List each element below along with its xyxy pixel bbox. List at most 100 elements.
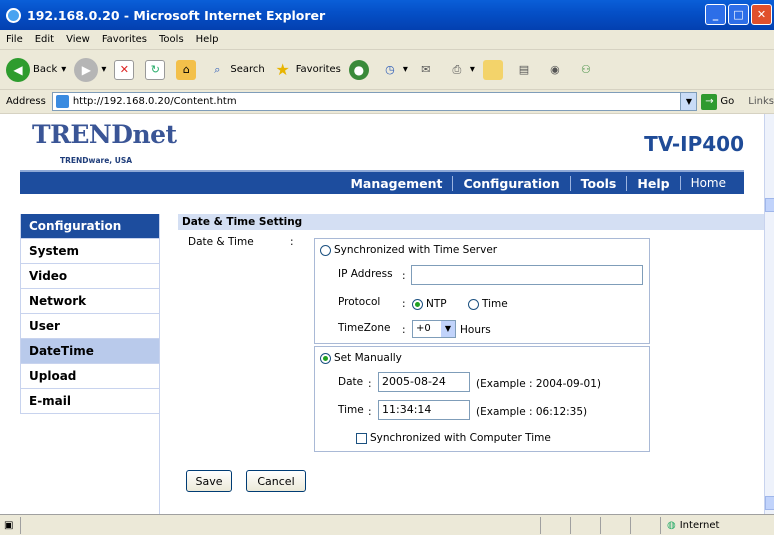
set-manually-option[interactable]: Set Manually xyxy=(320,352,402,364)
refresh-icon: ↻ xyxy=(145,59,166,80)
timezone-select[interactable]: +0 ▼ xyxy=(412,320,456,338)
sidebar-item-upload[interactable]: Upload xyxy=(20,364,159,389)
brand-header: TRENDnet TRENDware, USA TV-IP400 xyxy=(20,114,764,170)
search-button[interactable]: ⌕ Search xyxy=(207,60,264,80)
favorites-button[interactable]: ★ Favorites xyxy=(273,60,341,80)
sidebar-item-user[interactable]: User xyxy=(20,314,159,339)
nav-home[interactable]: Home xyxy=(679,176,736,190)
people-button[interactable]: ⚇ xyxy=(576,60,599,80)
nav-management[interactable]: Management xyxy=(340,176,452,191)
window-title: 192.168.0.20 - Microsoft Internet Explor… xyxy=(27,7,326,23)
page-status-icon: ▣ xyxy=(4,519,14,531)
forward-button[interactable]: ▶ ▾ xyxy=(74,57,106,82)
maximize-button[interactable]: □ xyxy=(728,4,749,25)
mail-icon: ✉ xyxy=(421,63,431,76)
media-icon: ● xyxy=(348,59,369,80)
scroll-up-icon[interactable] xyxy=(765,198,774,212)
protocol-ntp-radio[interactable] xyxy=(412,298,423,310)
links-button[interactable]: Links xyxy=(748,96,774,107)
stop-button[interactable]: ✕ xyxy=(114,59,137,80)
time-input[interactable]: 11:34:14 xyxy=(378,400,470,420)
title-bar: 192.168.0.20 - Microsoft Internet Explor… xyxy=(0,0,774,30)
sidebar-header: Configuration xyxy=(20,214,159,239)
folder-icon xyxy=(482,59,503,80)
mail-button[interactable]: ✉ xyxy=(416,60,439,80)
ip-address-input[interactable] xyxy=(411,265,643,285)
folder-button[interactable] xyxy=(482,59,506,80)
sidebar-item-network[interactable]: Network xyxy=(20,289,159,314)
time-example: (Example : 06:12:35) xyxy=(476,406,588,418)
set-manually-radio[interactable] xyxy=(320,352,331,364)
logo-tagline: TRENDware, USA xyxy=(60,156,133,165)
home-icon: ⌂ xyxy=(176,59,197,80)
menu-tools[interactable]: Tools xyxy=(159,34,184,45)
date-input[interactable]: 2005-08-24 xyxy=(378,372,470,392)
menu-help[interactable]: Help xyxy=(196,34,219,45)
page-icon xyxy=(55,95,69,108)
menu-favorites[interactable]: Favorites xyxy=(102,34,147,45)
print-icon: ⎙ xyxy=(452,62,462,76)
people-icon: ⚇ xyxy=(581,63,591,76)
sync-server-radio[interactable] xyxy=(320,244,331,256)
page-content: TRENDnet TRENDware, USA TV-IP400 Managem… xyxy=(0,114,764,514)
status-bar: ▣ ◍ Internet xyxy=(0,514,774,535)
home-button[interactable]: ⌂ xyxy=(176,59,199,80)
protocol-ntp-option[interactable]: NTP xyxy=(412,298,447,310)
back-button[interactable]: ◀ Back ▾ xyxy=(6,57,66,82)
datetime-colon: : xyxy=(290,236,294,248)
menu-file[interactable]: File xyxy=(6,34,23,45)
time-label: Time xyxy=(338,404,364,416)
menu-bar: File Edit View Favorites Tools Help xyxy=(0,30,774,50)
sync-pc-checkbox[interactable] xyxy=(356,432,367,444)
messenger-button[interactable]: ◉ xyxy=(545,60,568,80)
date-label: Date xyxy=(338,376,364,388)
history-button[interactable]: ◷ ▾ xyxy=(380,60,408,80)
sidebar-item-video[interactable]: Video xyxy=(20,264,159,289)
cancel-button[interactable]: Cancel xyxy=(246,470,306,492)
media-button[interactable]: ● xyxy=(348,59,372,80)
model-name: TV-IP400 xyxy=(644,132,744,156)
section-title: Date & Time Setting xyxy=(178,214,764,230)
print-button[interactable]: ⎙ ▾ xyxy=(447,60,475,80)
security-zone: ◍ Internet xyxy=(660,516,770,534)
timezone-label: TimeZone xyxy=(338,322,391,334)
ie-icon xyxy=(6,7,21,23)
sidebar-item-datetime[interactable]: DateTime xyxy=(20,339,159,364)
messenger-icon: ◉ xyxy=(550,63,560,76)
protocol-time-option[interactable]: Time xyxy=(468,298,508,310)
save-button[interactable]: Save xyxy=(186,470,232,492)
address-label: Address xyxy=(6,96,46,107)
nav-configuration[interactable]: Configuration xyxy=(452,175,569,191)
address-dropdown-icon[interactable]: ▼ xyxy=(680,93,697,110)
menu-edit[interactable]: Edit xyxy=(35,34,54,45)
ip-address-label: IP Address xyxy=(338,268,393,280)
date-example: (Example : 2004-09-01) xyxy=(476,378,601,390)
refresh-button[interactable]: ↻ xyxy=(145,59,168,80)
research-icon: ▤ xyxy=(518,63,530,76)
forward-arrow-icon: ▶ xyxy=(74,57,99,82)
minimize-button[interactable]: _ xyxy=(705,4,726,25)
sidebar: Configuration System Video Network User … xyxy=(20,214,160,514)
sidebar-item-email[interactable]: E-mail xyxy=(20,389,159,414)
datetime-label: Date & Time xyxy=(188,236,254,248)
close-button[interactable]: ✕ xyxy=(751,4,772,25)
scroll-down-icon[interactable] xyxy=(765,496,774,510)
top-nav: Management Configuration Tools Help Home xyxy=(20,170,744,194)
stop-icon: ✕ xyxy=(114,59,135,80)
sync-server-option[interactable]: Synchronized with Time Server xyxy=(320,244,497,256)
vertical-scrollbar[interactable] xyxy=(764,114,774,514)
trendnet-logo: TRENDnet xyxy=(32,120,177,149)
menu-view[interactable]: View xyxy=(66,34,90,45)
research-button[interactable]: ▤ xyxy=(514,60,537,80)
protocol-time-radio[interactable] xyxy=(468,298,479,310)
browser-window: 192.168.0.20 - Microsoft Internet Explor… xyxy=(0,0,774,535)
sidebar-item-system[interactable]: System xyxy=(20,239,159,264)
protocol-label: Protocol xyxy=(338,296,381,308)
nav-help[interactable]: Help xyxy=(626,175,679,191)
sync-pc-option[interactable]: Synchronized with Computer Time xyxy=(356,432,551,444)
address-input[interactable]: http://192.168.0.20/Content.htm ▼ xyxy=(51,92,698,111)
search-icon: ⌕ xyxy=(214,62,221,76)
go-button[interactable]: → Go xyxy=(701,93,734,110)
nav-tools[interactable]: Tools xyxy=(569,175,627,191)
browser-toolbar: ◀ Back ▾ ▶ ▾ ✕ ↻ ⌂ ⌕ Search ★ Favorites ● ◷ ▾… xyxy=(0,50,774,90)
